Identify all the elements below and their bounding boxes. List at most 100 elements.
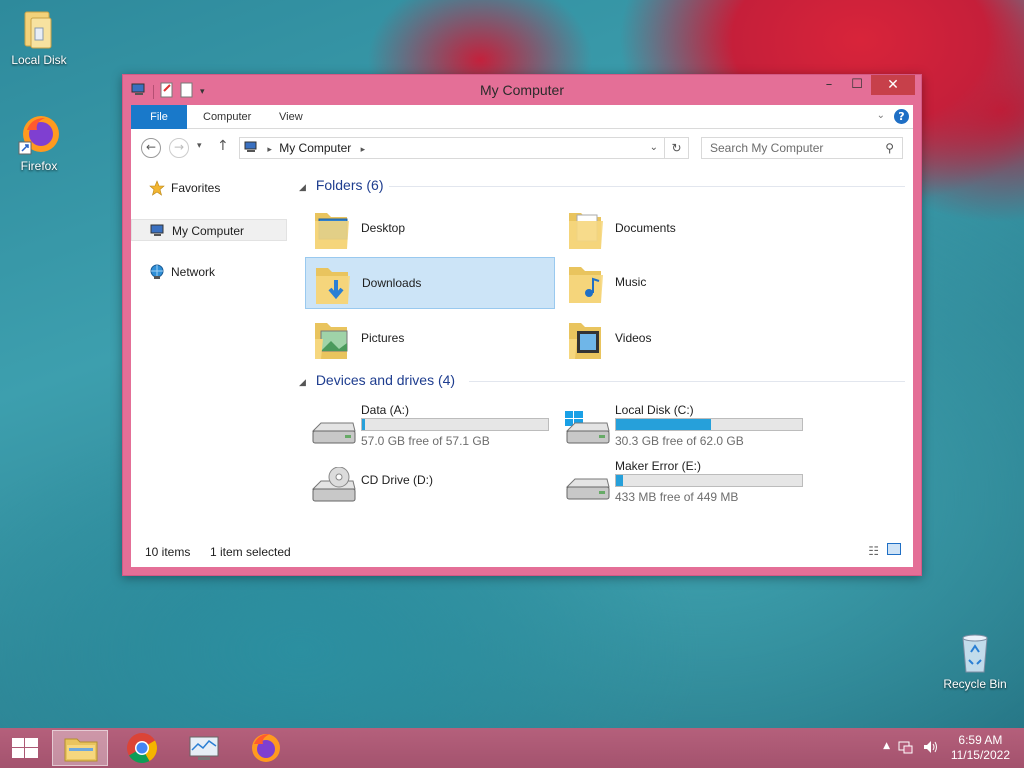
monitor-icon bbox=[189, 736, 219, 760]
search-input[interactable]: Search My Computer ⚲ bbox=[701, 137, 903, 159]
back-button[interactable]: ← bbox=[141, 138, 161, 158]
clock-date: 11/15/2022 bbox=[950, 748, 1010, 762]
window-title: My Computer bbox=[479, 82, 565, 98]
minimize-button[interactable]: – bbox=[815, 75, 843, 95]
address-bar[interactable]: ▸ My Computer ▸ ⌄ ↻ bbox=[239, 137, 689, 159]
divider bbox=[469, 381, 905, 382]
title-bar[interactable]: ▾ My Computer – ☐ ✕ bbox=[123, 75, 921, 105]
firefox-icon bbox=[17, 112, 61, 156]
taskbar-performance-monitor[interactable] bbox=[176, 730, 232, 766]
navigation-bar: ← → ▾ ↑ ▸ My Computer ▸ ⌄ ↻ Search My Co… bbox=[131, 129, 913, 167]
drive-usage-fill bbox=[362, 419, 365, 430]
nav-label: My Computer bbox=[172, 224, 245, 238]
drive-name: CD Drive (D:) bbox=[361, 473, 433, 487]
ribbon: File Computer View ⌄ ? bbox=[131, 105, 913, 129]
close-button[interactable]: ✕ bbox=[871, 75, 915, 95]
drive-tile-data-a[interactable]: Data (A:) 57.0 GB free of 57.1 GB bbox=[305, 403, 555, 455]
tab-computer[interactable]: Computer bbox=[191, 105, 263, 129]
network-status-icon[interactable] bbox=[898, 739, 914, 758]
computer-icon bbox=[150, 223, 166, 239]
taskbar-firefox[interactable] bbox=[238, 730, 294, 766]
taskbar: ▲ 6:59 AM 11/15/2022 bbox=[0, 728, 1024, 768]
drive-usage-fill bbox=[616, 475, 623, 486]
breadcrumb-separator-icon: ▸ bbox=[360, 144, 366, 154]
folders-group-header[interactable]: ◢ Folders (6) bbox=[299, 177, 384, 193]
divider bbox=[389, 186, 905, 187]
desktop-icon-recycle-bin[interactable]: Recycle Bin bbox=[936, 630, 1014, 691]
chrome-icon bbox=[127, 733, 158, 764]
group-title: Devices and drives (4) bbox=[315, 372, 456, 388]
nav-item-my-computer[interactable]: My Computer bbox=[131, 219, 287, 241]
clock[interactable]: 6:59 AM 11/15/2022 bbox=[951, 733, 1010, 763]
music-folder-icon bbox=[565, 261, 607, 305]
forward-button[interactable]: → bbox=[169, 138, 189, 158]
refresh-icon[interactable]: ↻ bbox=[664, 138, 688, 158]
windows-drive-icon bbox=[563, 411, 611, 451]
breadcrumb-my-computer[interactable]: My Computer bbox=[279, 141, 351, 155]
details-view-icon[interactable]: ☷ bbox=[868, 544, 879, 558]
cd-drive-icon bbox=[309, 466, 357, 507]
tab-file[interactable]: File bbox=[131, 105, 187, 129]
clock-time: 6:59 AM bbox=[958, 733, 1003, 747]
folder-tile-downloads[interactable]: Downloads bbox=[305, 257, 555, 309]
folder-label: Documents bbox=[615, 221, 676, 235]
large-icons-view-icon[interactable] bbox=[887, 543, 901, 555]
volume-icon[interactable] bbox=[922, 739, 938, 758]
explorer-window: ▾ My Computer – ☐ ✕ File Computer View ⌄… bbox=[122, 74, 922, 576]
drive-usage-bar bbox=[361, 418, 549, 431]
desktop-icon-firefox[interactable]: Firefox bbox=[0, 112, 78, 173]
item-count: 10 items bbox=[145, 545, 191, 559]
desktop-icon-local-disk[interactable]: Local Disk bbox=[0, 6, 78, 67]
collapse-group-icon[interactable]: ◢ bbox=[299, 182, 306, 192]
taskbar-chrome[interactable] bbox=[114, 730, 170, 766]
content-area: Favorites My Computer Network ◢ Folders … bbox=[131, 167, 913, 567]
maximize-button[interactable]: ☐ bbox=[843, 75, 871, 95]
folder-tile-pictures[interactable]: Pictures bbox=[305, 313, 555, 365]
folder-label: Music bbox=[615, 275, 647, 289]
desktop-folder-icon bbox=[311, 207, 353, 251]
drive-name: Local Disk (C:) bbox=[615, 403, 694, 417]
nav-item-favorites[interactable]: Favorites bbox=[131, 177, 287, 199]
show-hidden-icons-icon[interactable]: ▲ bbox=[883, 741, 890, 751]
hard-drive-icon bbox=[563, 467, 611, 507]
folder-tile-videos[interactable]: Videos bbox=[559, 313, 809, 365]
group-title: Folders (6) bbox=[315, 177, 384, 193]
recycle-bin-icon bbox=[953, 630, 997, 674]
drives-group-header[interactable]: ◢ Devices and drives (4) bbox=[299, 372, 455, 388]
downloads-folder-icon bbox=[312, 262, 354, 306]
drive-tile-local-disk-c[interactable]: Local Disk (C:) 30.3 GB free of 62.0 GB bbox=[559, 403, 809, 455]
folder-label: Desktop bbox=[361, 221, 406, 235]
nav-label: Network bbox=[171, 265, 216, 279]
desktop-icon-label: Local Disk bbox=[11, 53, 67, 67]
pictures-folder-icon bbox=[311, 317, 353, 361]
folder-label: Videos bbox=[615, 331, 652, 345]
folder-tile-desktop[interactable]: Desktop bbox=[305, 203, 555, 255]
address-dropdown-icon[interactable]: ⌄ bbox=[650, 138, 658, 158]
documents-folder-icon bbox=[565, 207, 607, 251]
folder-label: Pictures bbox=[361, 331, 405, 345]
help-icon[interactable]: ? bbox=[894, 109, 909, 124]
folder-label: Downloads bbox=[362, 276, 422, 290]
drive-tile-maker-error-e[interactable]: Maker Error (E:) 433 MB free of 449 MB bbox=[559, 459, 809, 511]
drive-name: Data (A:) bbox=[361, 403, 410, 417]
drive-name: Maker Error (E:) bbox=[615, 459, 702, 473]
file-explorer-icon bbox=[64, 738, 98, 762]
navigation-pane: Favorites My Computer Network bbox=[131, 167, 291, 537]
folder-tile-music[interactable]: Music bbox=[559, 257, 809, 309]
drive-tile-cd-drive-d[interactable]: CD Drive (D:) bbox=[305, 459, 555, 511]
tab-view[interactable]: View bbox=[267, 105, 315, 129]
nav-item-network[interactable]: Network bbox=[131, 261, 287, 283]
start-button[interactable] bbox=[0, 730, 56, 766]
up-button[interactable]: ↑ bbox=[217, 138, 229, 154]
taskbar-file-explorer[interactable] bbox=[52, 730, 108, 766]
folder-tile-documents[interactable]: Documents bbox=[559, 203, 809, 255]
collapse-group-icon[interactable]: ◢ bbox=[299, 377, 306, 387]
hard-drive-icon bbox=[309, 411, 357, 451]
selection-count: 1 item selected bbox=[210, 545, 291, 559]
recent-locations-icon[interactable]: ▾ bbox=[197, 141, 202, 151]
status-bar: 10 items 1 item selected ☷ bbox=[131, 537, 913, 567]
expand-ribbon-icon[interactable]: ⌄ bbox=[877, 110, 885, 121]
drive-free-space: 57.0 GB free of 57.1 GB bbox=[361, 434, 490, 448]
search-icon[interactable]: ⚲ bbox=[885, 138, 894, 158]
window-controls: – ☐ ✕ bbox=[815, 75, 915, 95]
